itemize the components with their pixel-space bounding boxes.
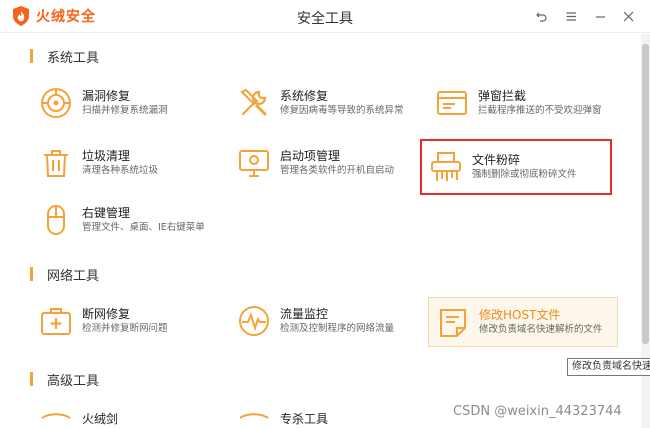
trash-icon [38, 145, 74, 181]
minimize-button[interactable] [591, 7, 609, 25]
tool-net-repair[interactable]: 断网修复 检测并修复断网问题 [32, 296, 224, 346]
tool-desc: 拦截程序推送的不受欢迎弹窗 [478, 105, 602, 116]
tool-desc: 清理各种系统垃圾 [82, 165, 159, 176]
tool-desc: 扫描并修复系统漏洞 [82, 105, 168, 116]
tool-name: 系统修复 [280, 89, 329, 103]
watermark: CSDN @weixin_44323744 [453, 404, 622, 419]
section-title: 系统工具 [47, 50, 100, 66]
tooltip: 修改负责域名快速解析的文件 [567, 358, 650, 376]
title-bar: 火绒安全 安全工具 [0, 0, 650, 33]
tool-name: 右键管理 [82, 206, 131, 220]
tool-desc: 管理文件、桌面、IE右键菜单 [82, 222, 205, 233]
section-title: 高级工具 [47, 373, 100, 389]
tool-icon [236, 409, 272, 428]
tool-name: 文件粉碎 [472, 153, 521, 167]
medkit-icon [38, 303, 74, 339]
tool-file-shredder[interactable]: 文件粉碎 强制删除或彻底粉碎文件 [420, 139, 612, 195]
tool-desc: 强制删除或彻底粉碎文件 [472, 169, 577, 180]
tool-desc: 检测并修复断网问题 [82, 323, 168, 334]
back-button[interactable] [532, 7, 550, 25]
tool-advanced-2[interactable]: 专杀工具 [230, 403, 422, 428]
close-button[interactable] [619, 7, 637, 25]
menu-button[interactable] [562, 7, 580, 25]
tool-desc: 管理各类软件的开机自启动 [280, 165, 395, 176]
section-system-tools: 系统工具 [30, 48, 100, 66]
tool-name: 垃圾清理 [82, 149, 131, 163]
tool-name: 漏洞修复 [82, 89, 131, 103]
tool-popup-block[interactable]: 弹窗拦截 拦截程序推送的不受欢迎弹窗 [428, 78, 620, 128]
shredder-icon [428, 149, 464, 185]
wrench-icon [236, 85, 272, 121]
popup-window-icon [434, 85, 470, 121]
tool-name: 修改HOST文件 [479, 308, 561, 322]
tool-name: 弹窗拦截 [478, 89, 527, 103]
pulse-icon [236, 303, 272, 339]
tool-name: 流量监控 [280, 307, 329, 321]
tool-system-repair[interactable]: 系统修复 修复因病毒等导致的系统异常 [230, 78, 422, 128]
mouse-icon [38, 202, 74, 238]
tool-desc: 检测及控制程序的网络流量 [280, 323, 395, 334]
tool-host-file[interactable]: 修改HOST文件 修改负责域名快速解析的文件 [428, 297, 618, 347]
scrollbar-thumb[interactable] [642, 44, 649, 344]
shield-scan-icon [38, 85, 74, 121]
tool-name: 专杀工具 [280, 412, 329, 426]
tools-content: 系统工具 漏洞修复 扫描并修复系统漏洞 系统修复 修复因病毒等导致的系统异常 弹… [0, 33, 640, 428]
tool-junk-clean[interactable]: 垃圾清理 清理各种系统垃圾 [32, 138, 224, 188]
close-icon [623, 11, 633, 21]
tool-name: 火绒剑 [82, 412, 119, 426]
tool-startup-manager[interactable]: 启动项管理 管理各类软件的开机自启动 [230, 138, 422, 188]
document-icon [435, 304, 471, 340]
monitor-icon [236, 145, 272, 181]
back-icon [535, 12, 547, 22]
menu-icon [565, 11, 576, 21]
tool-desc: 修改负责域名快速解析的文件 [479, 324, 603, 335]
sword-icon [38, 409, 74, 428]
tool-name: 启动项管理 [280, 149, 341, 163]
tool-desc: 修复因病毒等导致的系统异常 [280, 105, 404, 116]
tool-name: 断网修复 [82, 307, 131, 321]
tool-advanced-1[interactable]: 火绒剑 [32, 403, 224, 428]
window-title: 安全工具 [297, 11, 353, 27]
tool-traffic-monitor[interactable]: 流量监控 检测及控制程序的网络流量 [230, 296, 422, 346]
section-title: 网络工具 [47, 268, 100, 284]
section-advanced-tools: 高级工具 [30, 371, 100, 389]
tool-context-menu[interactable]: 右键管理 管理文件、桌面、IE右键菜单 [32, 195, 224, 245]
tool-vuln-repair[interactable]: 漏洞修复 扫描并修复系统漏洞 [32, 78, 224, 128]
section-network-tools: 网络工具 [30, 266, 100, 284]
minimize-icon [595, 15, 605, 18]
